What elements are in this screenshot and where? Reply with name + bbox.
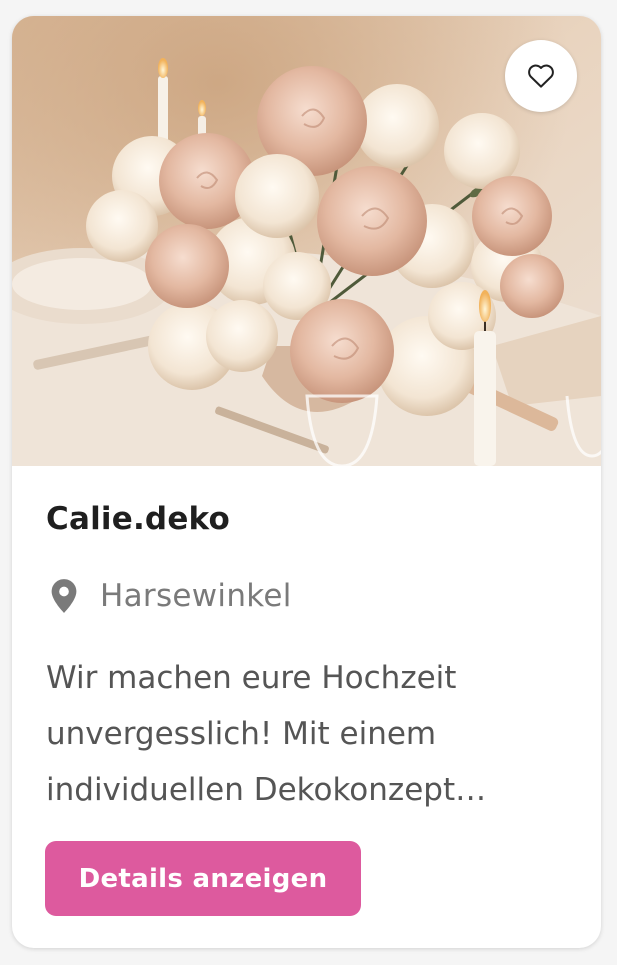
details-button[interactable]: Details anzeigen xyxy=(45,841,361,916)
heart-outline-icon xyxy=(528,64,554,88)
location-text: Harsewinkel xyxy=(100,578,292,614)
vendor-title: Calie.deko xyxy=(46,501,231,537)
map-pin-icon xyxy=(51,579,77,613)
location-row: Harsewinkel xyxy=(50,578,292,614)
floral-centerpiece-photo[interactable] xyxy=(12,16,601,466)
vendor-description: Wir machen eure Hochzeit unvergesslich! … xyxy=(46,660,487,808)
favorite-button[interactable] xyxy=(505,40,577,112)
vendor-card[interactable]: Calie.deko Harsewinkel Wir machen eure H… xyxy=(12,16,601,948)
